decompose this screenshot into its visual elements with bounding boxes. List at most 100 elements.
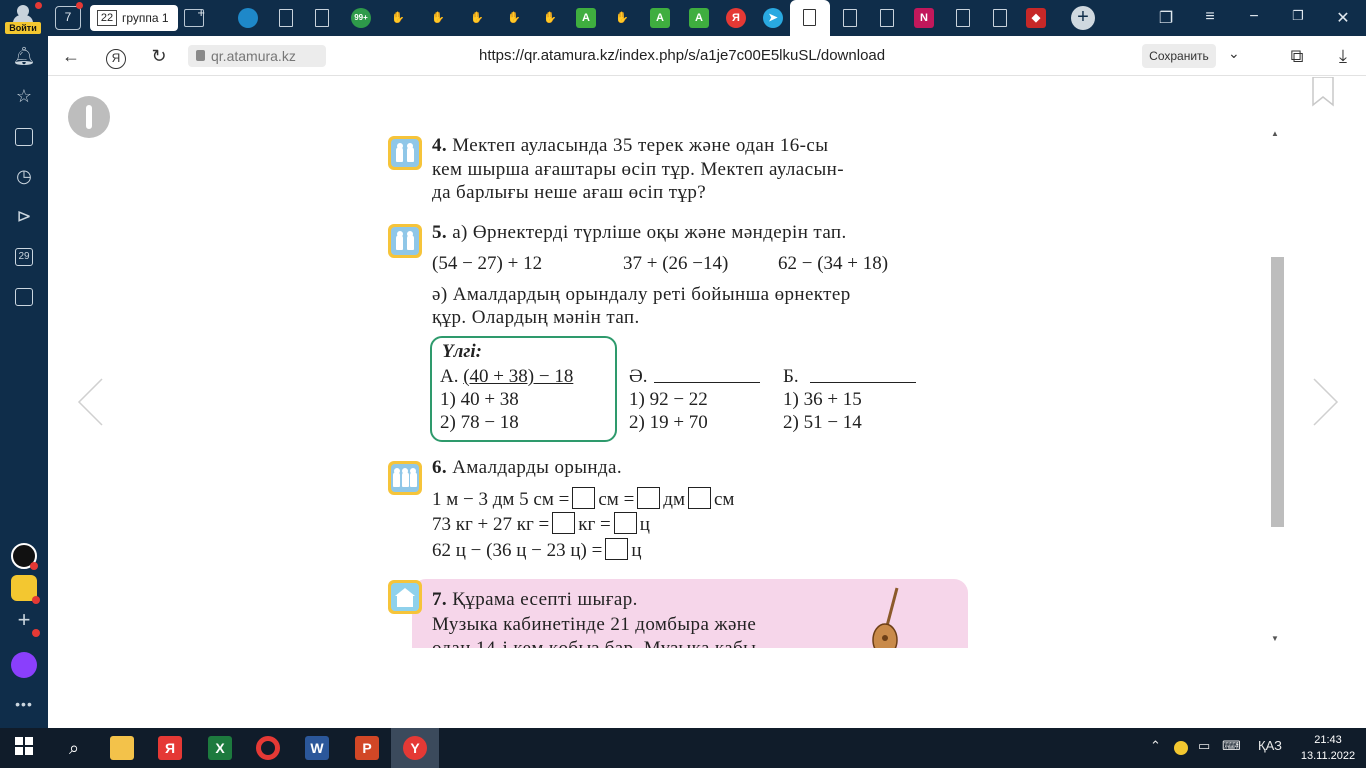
tab-favicon-a-icon[interactable]: A (650, 8, 670, 28)
tab-favicon-hand-icon[interactable]: ✋ (540, 8, 560, 28)
windows-taskbar: ⌕ Я X W P Y ⌃ ▭ ⌨ ҚАЗ 21:43 13.11.2022 (0, 728, 1366, 768)
tab-favicon-whatsapp[interactable]: 99+ (351, 8, 371, 28)
answer-box (687, 487, 711, 509)
answer-box (637, 487, 661, 509)
collections-icon[interactable] (12, 124, 36, 148)
video-icon[interactable]: ⊳ (12, 204, 36, 228)
document-viewer: 4. Мектеп ауласында 35 терек және одан 1… (48, 76, 1366, 728)
star-icon[interactable]: ☆ (12, 84, 36, 108)
reload-icon[interactable]: ↻ (148, 45, 170, 67)
menu-icon[interactable]: ≡ (1200, 8, 1220, 26)
tab-group-add-icon[interactable] (184, 5, 205, 27)
profile-button[interactable]: Войти (4, 2, 42, 34)
answer-box (605, 538, 629, 560)
alice-camera-app-icon[interactable] (11, 543, 38, 570)
c-step-2: 2) 51 − 14 (783, 412, 862, 433)
mail-app-icon[interactable] (11, 575, 40, 604)
keyboard-icon[interactable]: ⌨ (1222, 738, 1241, 754)
back-arrow-icon[interactable]: ← (60, 45, 82, 67)
tab-favicon-a-icon[interactable]: A (689, 8, 709, 28)
tab-counter-button[interactable]: 7 (55, 2, 83, 30)
alice-assistant-icon[interactable] (11, 652, 37, 678)
url-field[interactable]: https://qr.atamura.kz/index.php/s/a1je7c… (479, 47, 885, 64)
close-icon[interactable]: ✕ (1333, 8, 1353, 28)
excel-icon[interactable]: X (208, 736, 232, 760)
answer-blank-line (654, 382, 760, 383)
download-icon[interactable]: ⤓ (1332, 45, 1354, 67)
task-4-line-1: 4. Мектеп ауласында 35 терек және одан 1… (432, 135, 829, 156)
chevron-down-icon[interactable]: ⌄ (1228, 45, 1240, 62)
restore-icon[interactable]: ❐ (1288, 8, 1308, 24)
tab-favicon-shield-icon[interactable]: ◆ (1026, 8, 1046, 28)
more-icon[interactable]: ••• (12, 692, 36, 716)
tab-favicon-hand-icon[interactable]: ✋ (467, 8, 487, 28)
tab-document-icon[interactable] (279, 9, 293, 27)
add-app-icon[interactable]: + (11, 608, 40, 637)
active-tab[interactable] (790, 0, 830, 36)
tab-document-icon[interactable] (880, 9, 894, 27)
file-explorer-icon[interactable] (110, 736, 134, 760)
dombra-illustration (867, 586, 907, 648)
notifications-tray-icon[interactable]: ▭ (1198, 738, 1210, 754)
screenshot-icon[interactable] (12, 284, 36, 308)
tab-favicon-hand-icon[interactable]: ✋ (388, 8, 408, 28)
windows-start-icon[interactable] (14, 736, 38, 760)
system-clock[interactable]: 21:43 13.11.2022 (1300, 732, 1356, 764)
task-6-row-1: 1 м − 3 дм 5 см = см = дм см (432, 487, 735, 510)
scrollbar-thumb[interactable] (1271, 257, 1284, 527)
tab-favicon-n-icon[interactable]: N (914, 8, 934, 28)
yandex-browser-icon[interactable]: Я (158, 736, 182, 760)
answer-box (572, 487, 596, 509)
b-heading: Ә. (629, 366, 648, 387)
previous-page-arrow-icon[interactable] (76, 377, 106, 427)
tab-document-icon[interactable] (315, 9, 329, 27)
tab-favicon-yandex-icon[interactable]: Я (726, 8, 746, 28)
tab-group-pill[interactable]: 22 группа 1 (90, 5, 178, 31)
vertical-scrollbar[interactable]: ▲ ▼ (1268, 126, 1284, 648)
tab-group-label: группа 1 (122, 11, 169, 25)
opera-icon[interactable] (256, 736, 280, 760)
textbook-page: 4. Мектеп ауласында 35 терек және одан 1… (357, 126, 1018, 648)
tab-favicon-a-icon[interactable]: A (576, 8, 596, 28)
clock-time: 21:43 (1314, 734, 1342, 746)
tab-favicon-hand-icon[interactable]: ✋ (504, 8, 524, 28)
bookmark-icon[interactable] (1312, 76, 1334, 107)
sample-a-step-2: 2) 78 − 18 (440, 412, 519, 433)
history-icon[interactable]: ◷ (12, 164, 36, 188)
sample-a-heading: А. (40 + 38) − 18 (440, 366, 574, 387)
minimize-icon[interactable]: − (1244, 8, 1264, 26)
tab-document-icon[interactable] (993, 9, 1007, 27)
site-info-chip[interactable]: qr.atamura.kz (188, 45, 326, 67)
save-button[interactable]: Сохранить (1142, 44, 1216, 68)
tab-document-icon[interactable] (843, 9, 857, 27)
task-5-part-a: 5. а) Өрнектерді түрліше оқы және мәндер… (432, 222, 847, 243)
pause-button[interactable] (68, 96, 110, 138)
yandex-logo-icon[interactable]: Я (105, 45, 127, 69)
scroll-down-icon[interactable]: ▼ (1271, 634, 1279, 643)
extensions-icon[interactable]: ⧉ (1286, 45, 1308, 67)
task-5-part-b-line-1: ә) Амалдардың орындалу реті бойынша өрне… (432, 284, 851, 305)
powerpoint-icon[interactable]: P (355, 736, 379, 760)
task-5-expression: 62 − (34 + 18) (778, 253, 889, 274)
bell-icon[interactable]: 🔔︎ (12, 44, 36, 68)
next-page-arrow-icon[interactable] (1310, 377, 1340, 427)
calendar-day: 29 (15, 248, 33, 267)
answer-blank-line (810, 382, 916, 383)
tab-favicon-globe[interactable] (238, 8, 258, 28)
search-icon[interactable]: ⌕ (62, 736, 86, 760)
new-tab-button[interactable]: + (1071, 6, 1095, 30)
calendar-icon[interactable]: 29 (12, 244, 36, 268)
scroll-up-icon[interactable]: ▲ (1271, 129, 1279, 138)
tab-manager-icon[interactable]: ❐ (1156, 8, 1176, 28)
tray-app-icon[interactable] (1174, 741, 1188, 755)
tray-chevron-up-icon[interactable]: ⌃ (1150, 738, 1161, 754)
tab-favicon-telegram-icon[interactable]: ➤ (763, 8, 783, 28)
tab-strip: Войти 7 22 группа 1 99+ ✋ ✋ ✋ ✋ ✋ A ✋ A … (0, 0, 1366, 36)
active-yandex-taskbar-item[interactable]: Y (391, 728, 439, 768)
tab-favicon-hand-icon[interactable]: ✋ (428, 8, 448, 28)
sample-title: Үлгі: (442, 341, 482, 362)
tab-document-icon[interactable] (956, 9, 970, 27)
tab-favicon-hand-icon[interactable]: ✋ (612, 8, 632, 28)
language-indicator[interactable]: ҚАЗ (1258, 738, 1282, 753)
word-icon[interactable]: W (305, 736, 329, 760)
